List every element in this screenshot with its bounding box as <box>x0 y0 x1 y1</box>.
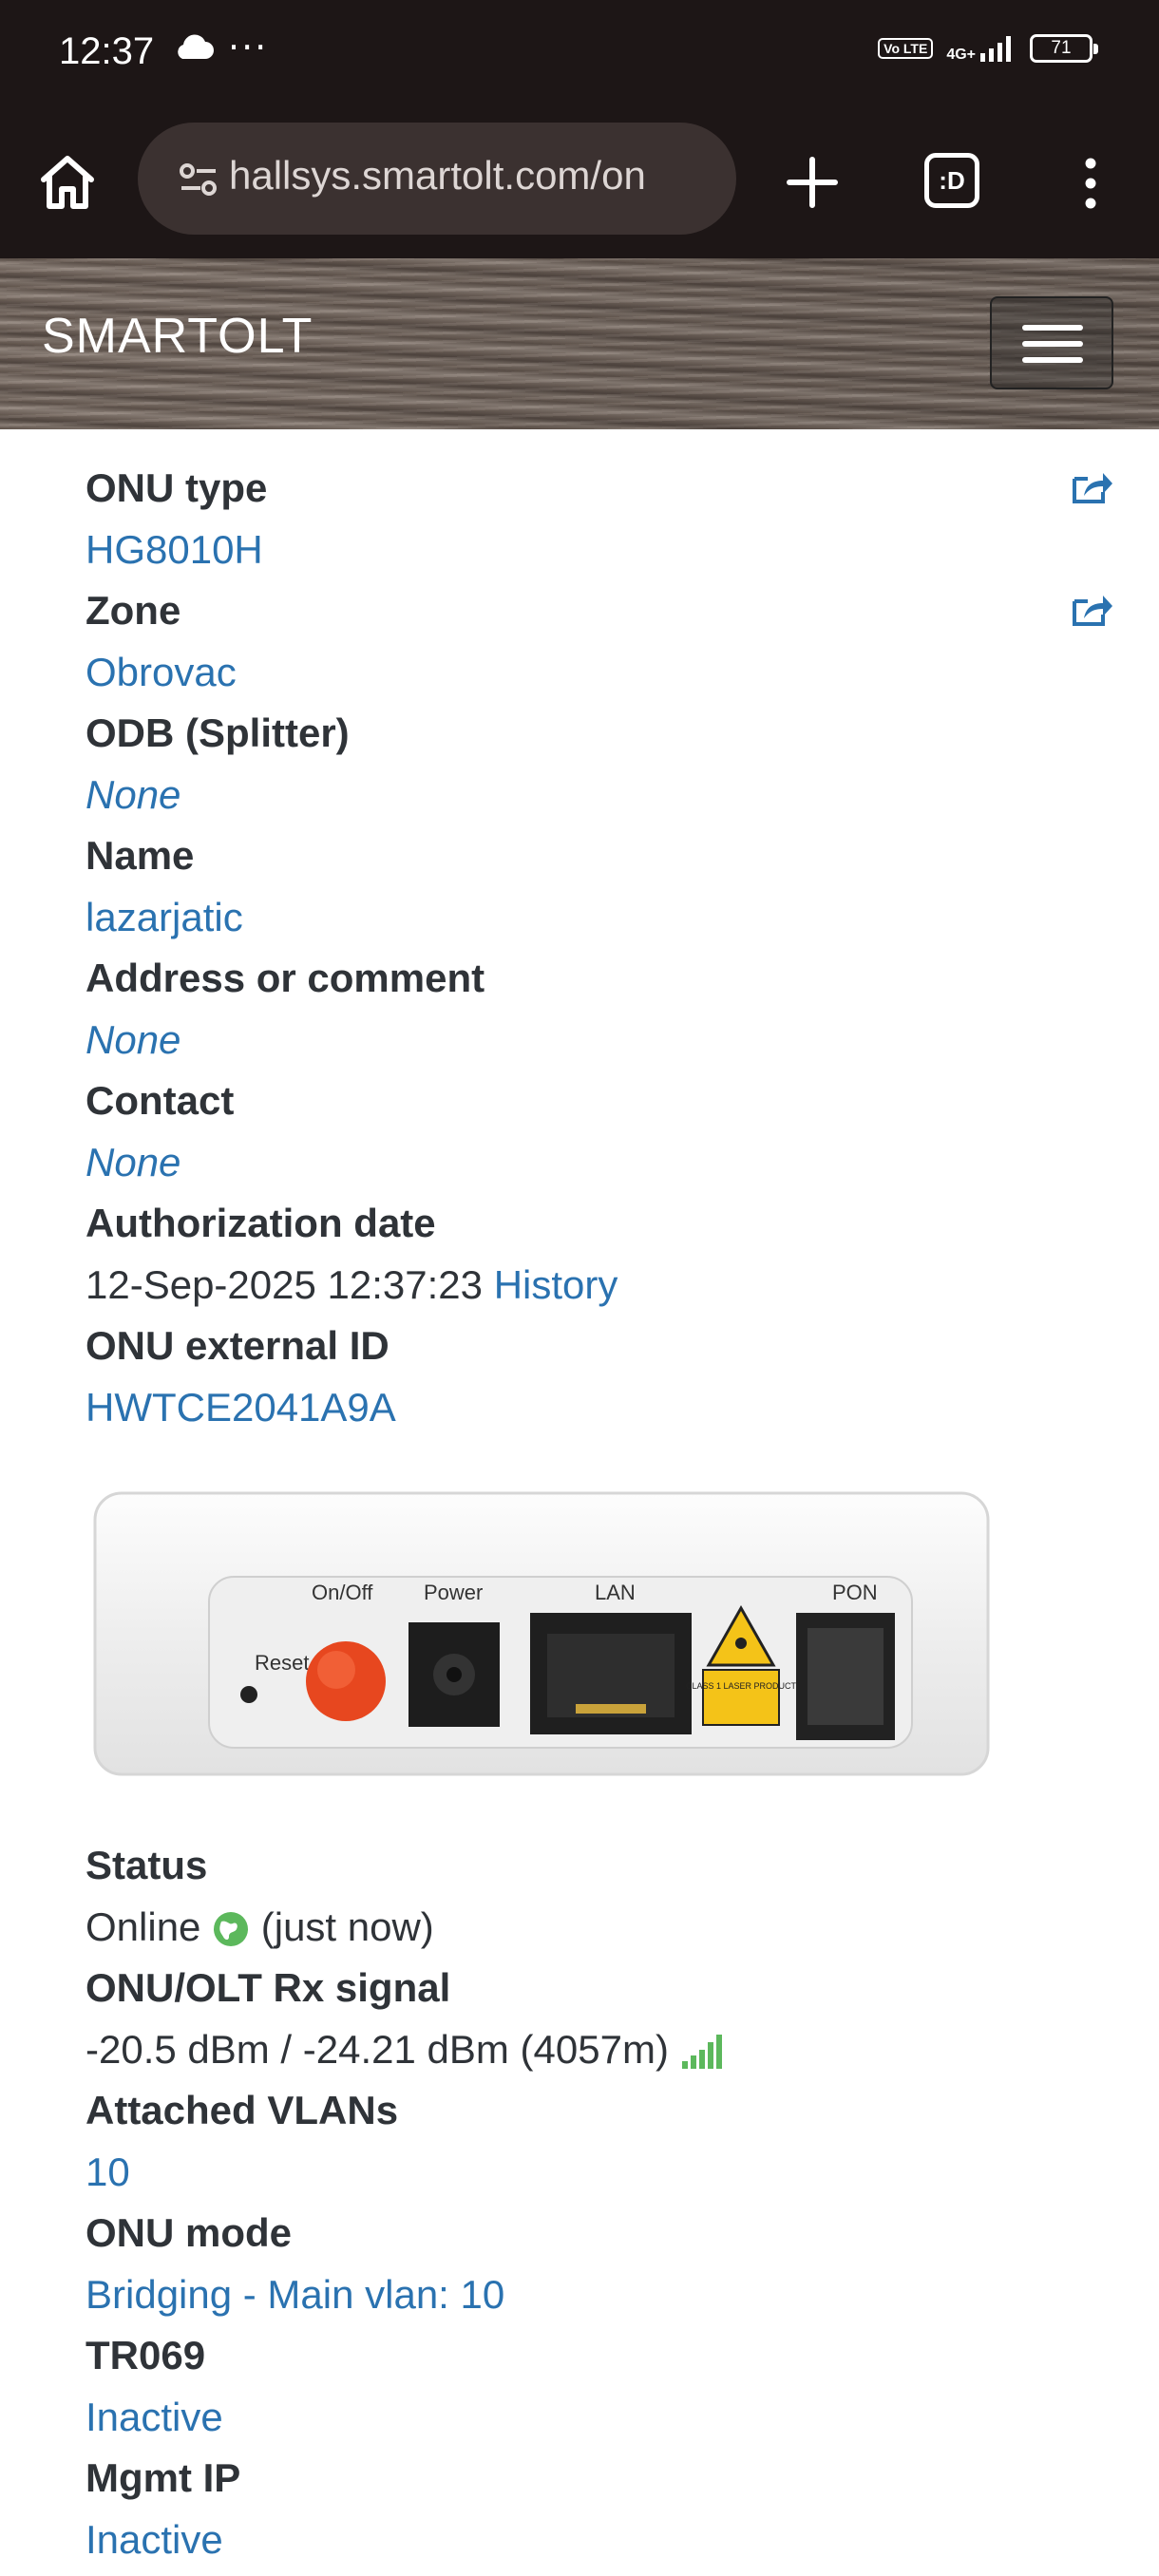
status-value: Online (just now) <box>86 1897 1092 1959</box>
tr069-label: TR069 <box>86 2333 206 2377</box>
lan-label: LAN <box>595 1581 636 1604</box>
rx-signal-value: -20.5 dBm / -24.21 dBm (4057m) <box>86 2019 1092 2081</box>
tr069-value[interactable]: Inactive <box>86 2387 1092 2449</box>
history-link[interactable]: History <box>494 1262 618 1307</box>
more-menu-icon[interactable] <box>1074 155 1108 212</box>
field-contact: Contact None <box>86 1070 1092 1193</box>
more-notifications-icon: ··· <box>228 27 269 68</box>
signal-4g-icon: 4G+ <box>946 34 1016 63</box>
tab-switcher-button[interactable]: :D <box>924 153 979 208</box>
field-zone: Zone Obrovac <box>86 580 1112 704</box>
field-rx-signal: ONU/OLT Rx signal -20.5 dBm / -24.21 dBm… <box>86 1958 1092 2080</box>
external-id-value[interactable]: HWTCE2041A9A <box>86 1377 1092 1439</box>
authorization-date-value: 12-Sep-2025 12:37:23 History <box>86 1255 1092 1316</box>
power-label: Power <box>424 1581 483 1604</box>
onu-type-label: ONU type <box>86 465 268 510</box>
address-label: Address or comment <box>86 956 485 1000</box>
onu-type-value[interactable]: HG8010H <box>86 520 1092 581</box>
globe-online-icon <box>214 1912 249 1947</box>
signal-strength-icon <box>681 2035 722 2070</box>
onu-device-image: Reset On/Off Power LAN CLASS 1 LASER PRO… <box>93 1491 990 1776</box>
browser-toolbar: hallsys.smartolt.com/on :D <box>0 109 1159 258</box>
site-settings-icon[interactable] <box>180 162 218 197</box>
smartolt-navbar: SMARTOLT <box>0 258 1159 429</box>
cloud-icon <box>178 34 214 59</box>
battery-icon: 71 <box>1030 34 1098 63</box>
field-odb: ODB (Splitter) None <box>86 703 1092 825</box>
onu-mode-value[interactable]: Bridging - Main vlan: 10 <box>86 2264 1092 2326</box>
name-label: Name <box>86 833 195 878</box>
odb-value[interactable]: None <box>86 765 1092 826</box>
onu-mode-label: ONU mode <box>86 2210 293 2255</box>
pon-label: PON <box>832 1581 878 1604</box>
field-external-id: ONU external ID HWTCE2041A9A <box>86 1316 1092 1438</box>
vlans-value[interactable]: 10 <box>86 2142 1092 2204</box>
laser-warning-label: CLASS 1 LASER PRODUCT <box>686 1681 797 1691</box>
mgmt-ip-label: Mgmt IP <box>86 2455 241 2500</box>
field-tr069: TR069 Inactive <box>86 2325 1092 2448</box>
home-icon[interactable] <box>36 151 99 214</box>
field-onu-mode: ONU mode Bridging - Main vlan: 10 <box>86 2203 1092 2325</box>
address-value[interactable]: None <box>86 1010 1092 1071</box>
nav-toggle-button[interactable] <box>990 296 1113 389</box>
reset-label: Reset <box>255 1651 309 1675</box>
field-name: Name lazarjatic <box>86 825 1092 948</box>
volte-icon: Vo LTE <box>878 38 934 59</box>
field-mgmt-ip: Mgmt IP Inactive <box>86 2448 1092 2570</box>
field-authorization-date: Authorization date 12-Sep-2025 12:37:23 … <box>86 1193 1092 1316</box>
field-status: Status Online (just now) <box>86 1835 1092 1958</box>
zone-label: Zone <box>86 588 181 633</box>
url-text[interactable]: hallsys.smartolt.com/on <box>229 153 723 199</box>
contact-label: Contact <box>86 1078 235 1123</box>
authorization-date-text: 12-Sep-2025 12:37:23 <box>86 1261 484 1307</box>
edit-icon[interactable] <box>1071 590 1112 628</box>
authorization-date-label: Authorization date <box>86 1201 436 1245</box>
external-id-label: ONU external ID <box>86 1323 390 1368</box>
status-indicators: Vo LTE 4G+ 71 <box>878 34 1098 63</box>
status-time: (just now) <box>260 1904 434 1949</box>
system-status-bar: 12:37 ··· Vo LTE 4G+ 71 <box>0 0 1159 109</box>
rx-signal-text: -20.5 dBm / -24.21 dBm (4057m) <box>86 2026 669 2072</box>
odb-label: ODB (Splitter) <box>86 710 350 755</box>
brand-logo[interactable]: SMARTOLT <box>42 308 313 365</box>
zone-value[interactable]: Obrovac <box>86 642 1092 704</box>
status-text: Online <box>86 1904 201 1949</box>
status-label: Status <box>86 1843 208 1887</box>
edit-icon[interactable] <box>1071 467 1112 505</box>
hamburger-icon <box>1022 325 1083 331</box>
address-bar[interactable]: hallsys.smartolt.com/on <box>138 123 736 235</box>
mgmt-ip-value[interactable]: Inactive <box>86 2510 1092 2571</box>
new-tab-icon[interactable] <box>784 154 841 211</box>
contact-value[interactable]: None <box>86 1132 1092 1194</box>
field-onu-type: ONU type HG8010H <box>86 458 1112 581</box>
onu-details: ONU type HG8010H Zone Obrovac ODB (Split… <box>86 458 1112 1438</box>
onoff-label: On/Off <box>312 1581 373 1604</box>
vlans-label: Attached VLANs <box>86 2088 399 2132</box>
field-address: Address or comment None <box>86 948 1092 1070</box>
name-value[interactable]: lazarjatic <box>86 887 1092 949</box>
onu-status: Status Online (just now) ONU/OLT Rx sign… <box>86 1835 1092 2570</box>
rx-signal-label: ONU/OLT Rx signal <box>86 1965 451 2010</box>
clock: 12:37 <box>59 30 155 72</box>
field-vlans: Attached VLANs 10 <box>86 2080 1092 2203</box>
